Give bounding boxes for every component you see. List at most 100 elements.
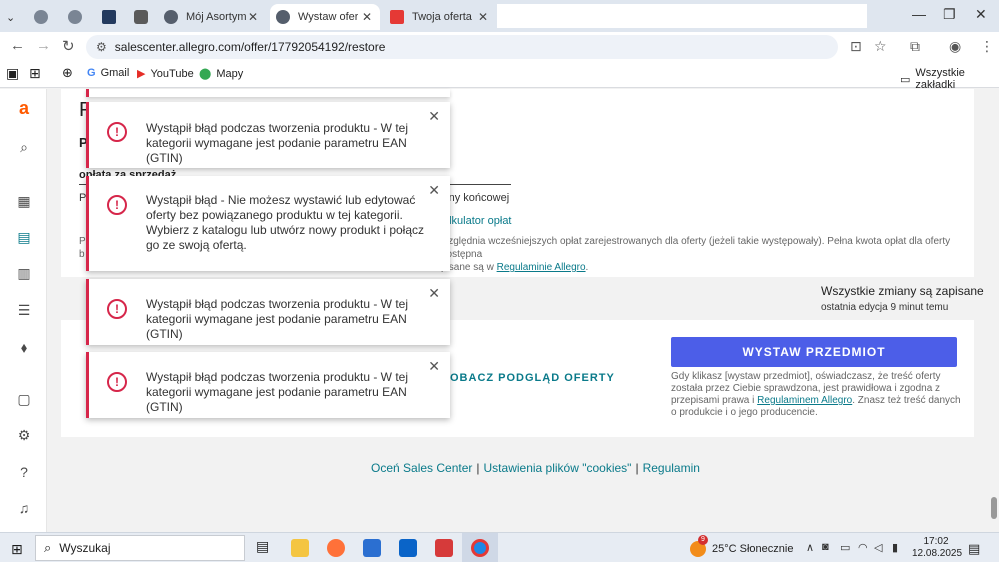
fee-note-suffix: . <box>585 262 589 273</box>
globe-icon <box>276 10 290 24</box>
bookmark-youtube[interactable]: ▶ YouTube <box>137 67 194 81</box>
fee-note-line-2: pisane są w Regulaminie Allegro. <box>441 261 971 274</box>
bookmark-gmail[interactable]: G Gmail <box>87 67 129 79</box>
taskbar-search[interactable]: ⌕ Wyszukaj <box>35 535 245 561</box>
bookmark-mapy[interactable]: ⬤ Mapy <box>199 67 244 81</box>
tab-pinned-1[interactable] <box>34 4 58 30</box>
taskbar-search-placeholder: Wyszukaj <box>59 541 111 555</box>
tab-search-dropdown[interactable]: ⌄ <box>6 4 24 30</box>
globe-icon[interactable]: ⊕ <box>62 65 73 81</box>
new-tab-area[interactable] <box>497 4 867 28</box>
publish-button[interactable]: WYSTAW PRZEDMIOT <box>671 337 957 367</box>
volume-icon[interactable]: ◁ <box>874 541 882 554</box>
all-bookmarks[interactable]: ▭ Wszystkie zakładki <box>900 67 999 91</box>
tab-pinned-4[interactable] <box>134 4 158 30</box>
outlook-icon[interactable] <box>399 539 417 557</box>
back-icon[interactable]: ← <box>10 37 25 54</box>
clock[interactable]: 17:02 12.08.2025 <box>912 536 962 560</box>
fee-note: względnia wcześniejszych opłat zarejestr… <box>441 235 971 274</box>
tab-label: Twoja oferta nie <box>412 11 474 23</box>
weather-widget[interactable]: 9 25°C Słonecznie <box>690 535 793 557</box>
bookmark-star-icon[interactable]: ☆ <box>874 38 887 55</box>
fee-note-line-1: względnia wcześniejszych opłat zarejestr… <box>441 236 951 260</box>
taskbar: ⊞ ⌕ Wyszukaj ▤ 9 25°C Słonecznie ∧ ◙ ▭ ◠… <box>0 532 999 562</box>
tab-pinned-3[interactable] <box>102 4 126 30</box>
settings-icon[interactable]: ⚙ <box>15 427 33 444</box>
regulamin-footer-link[interactable]: Regulamin <box>643 461 700 475</box>
regulamin-allegro-link[interactable]: Regulaminem Allegro <box>757 395 852 406</box>
messages-icon[interactable]: ▢ <box>15 391 33 408</box>
fee-calculator-link[interactable]: alkulator opłat <box>443 215 512 227</box>
page-scrollbar[interactable] <box>989 89 999 532</box>
tab-pinned-2[interactable] <box>68 4 92 30</box>
power-icon[interactable]: ▮ <box>892 541 898 554</box>
tray-chevron-icon[interactable]: ∧ <box>806 541 814 554</box>
close-icon[interactable]: ✕ <box>248 10 258 24</box>
windows-start-icon[interactable]: ⊞ <box>11 541 23 558</box>
toast-fragment <box>86 89 450 97</box>
toast-message: Wystąpił błąd - Nie możesz wystawić lub … <box>146 193 425 252</box>
error-toast: ! Wystąpił błąd podczas tworzenia produk… <box>86 279 450 345</box>
reload-icon[interactable]: ↻ <box>62 37 75 55</box>
minimize-icon[interactable]: — <box>912 6 926 22</box>
tab-moj-asortyment[interactable]: Mój Asortyment ✕ <box>160 4 266 30</box>
maps-pin-icon: ⬤ <box>199 68 212 80</box>
task-view-icon[interactable]: ▤ <box>256 538 274 556</box>
address-row: ← → ↻ ⚙ salescenter.allegro.com/offer/17… <box>0 32 999 60</box>
orders-icon[interactable]: ▥ <box>15 265 33 282</box>
rate-sales-center-link[interactable]: Oceń Sales Center <box>371 461 472 475</box>
close-icon[interactable]: ✕ <box>428 108 440 125</box>
address-bar[interactable]: ⚙ salescenter.allegro.com/offer/17792054… <box>86 35 838 59</box>
wifi-icon[interactable]: ◠ <box>858 541 868 554</box>
tab-search-icon[interactable]: ▣ <box>6 65 19 82</box>
regulamin-link[interactable]: Regulaminie Allegro <box>497 262 586 273</box>
forward-icon[interactable]: → <box>36 37 51 54</box>
chevron-down-icon[interactable]: ⌄ <box>6 11 15 24</box>
close-window-icon[interactable]: ✕ <box>975 6 987 23</box>
grey-square-icon <box>134 10 148 24</box>
battery-icon[interactable]: ▭ <box>840 541 850 554</box>
footer-separator: | <box>635 461 639 475</box>
list-icon[interactable]: ☰ <box>15 302 33 319</box>
help-icon[interactable]: ? <box>15 464 33 480</box>
notifications-icon[interactable]: ♫ <box>15 500 33 516</box>
extensions-icon[interactable]: ⧉ <box>910 38 920 55</box>
error-icon: ! <box>107 372 127 392</box>
close-icon[interactable]: ✕ <box>428 285 440 302</box>
bookmark-label: Mapy <box>216 67 244 80</box>
firefox-icon[interactable] <box>327 539 345 557</box>
error-toast: ! Wystąpił błąd podczas tworzenia produk… <box>86 102 450 168</box>
close-icon[interactable]: ✕ <box>428 358 440 375</box>
camera-icon[interactable]: ◙ <box>822 541 829 553</box>
close-icon[interactable]: ✕ <box>478 10 488 24</box>
tab-twoja-oferta[interactable]: Twoja oferta nie ✕ <box>386 4 496 30</box>
file-explorer-icon[interactable] <box>291 539 309 557</box>
folder-icon: ▭ <box>900 73 911 86</box>
gift-icon[interactable] <box>435 539 453 557</box>
allegro-logo-icon[interactable]: a <box>15 98 33 119</box>
offers-icon[interactable]: ▤ <box>15 229 33 246</box>
install-app-icon[interactable]: ⊡ <box>850 38 862 55</box>
footer-separator: | <box>476 461 480 475</box>
restore-icon[interactable]: ❐ <box>943 6 956 23</box>
chrome-icon[interactable] <box>471 539 489 557</box>
tab-wystaw-oferte[interactable]: Wystaw ofertę ✕ <box>270 4 380 30</box>
cookies-settings-link[interactable]: Ustawienia plików "cookies" <box>484 461 632 475</box>
url-text[interactable]: salescenter.allegro.com/offer/1779205419… <box>115 40 386 54</box>
toast-message: Wystąpił błąd podczas tworzenia produktu… <box>146 297 409 341</box>
close-icon[interactable]: ✕ <box>362 10 372 24</box>
close-icon[interactable]: ✕ <box>428 182 440 199</box>
profile-icon[interactable]: ◉ <box>949 38 961 55</box>
scrollbar-thumb[interactable] <box>991 497 997 519</box>
toast-message: Wystąpił błąd podczas tworzenia produktu… <box>146 370 409 414</box>
search-icon[interactable]: ⌕ <box>15 139 33 156</box>
dashboard-icon[interactable]: ▦ <box>15 193 33 210</box>
tag-icon[interactable]: ⬧ <box>15 339 33 356</box>
menu-icon[interactable]: ⋮ <box>980 38 994 55</box>
site-settings-icon[interactable]: ⚙ <box>96 40 107 54</box>
apps-grid-icon[interactable]: ⊞ <box>29 65 41 82</box>
preview-offer-link[interactable]: OBACZ PODGLĄD OFERTY <box>450 372 615 384</box>
store-icon[interactable] <box>363 539 381 557</box>
publish-note: Gdy klikasz [wystaw przedmiot], oświadcz… <box>671 371 961 419</box>
notifications-icon[interactable]: ▤ <box>968 541 980 557</box>
